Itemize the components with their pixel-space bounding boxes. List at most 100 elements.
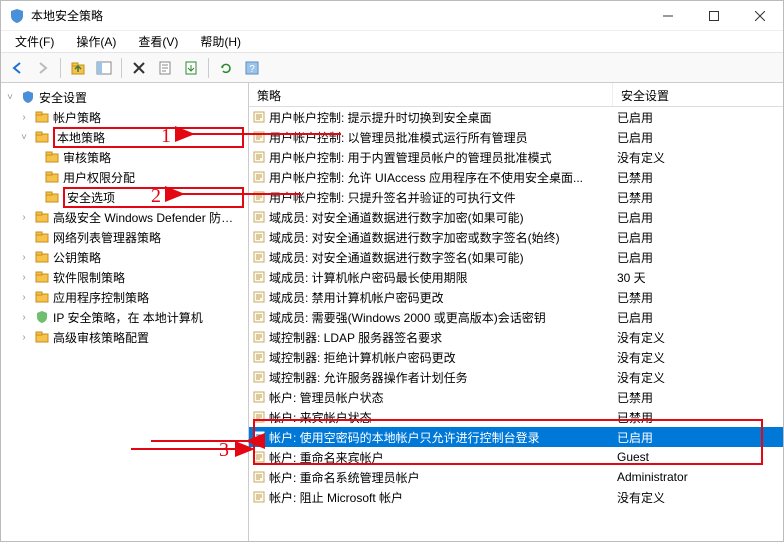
chevron-right-icon[interactable]: › [17,292,31,303]
policy-name: 域成员: 对安全通道数据进行数字加密或数字签名(始终) [269,229,613,246]
svg-text:?: ? [249,64,255,75]
tree-pane[interactable]: ˅ 安全设置 › 帐户策略 ˅ 本地策略 审核策略 用户权限分配 安全选项 › [1,83,249,541]
show-hide-tree-button[interactable] [92,56,116,80]
app-icon [9,8,25,24]
minimize-button[interactable] [645,1,691,31]
chevron-down-icon[interactable]: ˅ [17,132,31,143]
policy-name: 帐户: 重命名来宾帐户 [269,449,613,466]
policy-row[interactable]: 用户帐户控制: 用于内置管理员帐户的管理员批准模式没有定义 [249,147,783,167]
policy-row[interactable]: 帐户: 重命名来宾帐户Guest [249,447,783,467]
toolbar-separator [121,58,122,78]
chevron-down-icon[interactable]: ˅ [3,92,17,103]
help-button[interactable]: ? [240,56,264,80]
tree-label: 安全选项 [63,187,244,208]
menu-action[interactable]: 操作(A) [68,31,124,52]
chevron-right-icon[interactable]: › [17,332,31,343]
policy-row[interactable]: 用户帐户控制: 提示提升时切换到安全桌面已启用 [249,107,783,127]
policy-row[interactable]: 域控制器: 拒绝计算机帐户密码更改没有定义 [249,347,783,367]
toolbar-separator [208,58,209,78]
folder-icon [34,109,50,125]
policy-icon [249,350,269,364]
up-button[interactable] [66,56,90,80]
policy-icon [249,470,269,484]
list-body: 用户帐户控制: 提示提升时切换到安全桌面已启用用户帐户控制: 以管理员批准模式运… [249,107,783,507]
folder-icon [34,209,50,225]
tree-local-policy[interactable]: ˅ 本地策略 [1,127,248,147]
tree-account-policy[interactable]: › 帐户策略 [1,107,248,127]
folder-icon [34,229,50,245]
folder-icon [34,329,50,345]
policy-icon [249,290,269,304]
back-button[interactable] [5,56,29,80]
policy-row[interactable]: 域成员: 计算机帐户密码最长使用期限30 天 [249,267,783,287]
folder-icon [34,289,50,305]
column-setting[interactable]: 安全设置 [613,83,783,106]
close-button[interactable] [737,1,783,31]
chevron-right-icon[interactable]: › [17,272,31,283]
policy-setting: 已启用 [613,309,783,326]
policy-row[interactable]: 帐户: 使用空密码的本地帐户只允许进行控制台登录已启用 [249,427,783,447]
policy-row[interactable]: 帐户: 重命名系统管理员帐户Administrator [249,467,783,487]
policy-setting: 已启用 [613,249,783,266]
policy-row[interactable]: 用户帐户控制: 以管理员批准模式运行所有管理员已启用 [249,127,783,147]
policy-setting: Administrator [613,470,783,484]
list-pane[interactable]: 策略 安全设置 用户帐户控制: 提示提升时切换到安全桌面已启用用户帐户控制: 以… [249,83,783,541]
policy-row[interactable]: 用户帐户控制: 允许 UIAccess 应用程序在不使用安全桌面...已禁用 [249,167,783,187]
policy-row[interactable]: 帐户: 阻止 Microsoft 帐户没有定义 [249,487,783,507]
tree-swrestrict[interactable]: › 软件限制策略 [1,267,248,287]
maximize-button[interactable] [691,1,737,31]
menu-view[interactable]: 查看(V) [130,31,186,52]
chevron-right-icon[interactable]: › [17,252,31,263]
chevron-right-icon[interactable]: › [17,112,31,123]
menu-file[interactable]: 文件(F) [7,31,62,52]
policy-row[interactable]: 域成员: 对安全通道数据进行数字加密或数字签名(始终)已启用 [249,227,783,247]
policy-row[interactable]: 帐户: 来宾帐户状态已禁用 [249,407,783,427]
policy-setting: 已禁用 [613,169,783,186]
policy-row[interactable]: 用户帐户控制: 只提升签名并验证的可执行文件已禁用 [249,187,783,207]
policy-row[interactable]: 域控制器: 允许服务器操作者计划任务没有定义 [249,367,783,387]
main-area: ˅ 安全设置 › 帐户策略 ˅ 本地策略 审核策略 用户权限分配 安全选项 › [1,83,783,541]
chevron-right-icon[interactable]: › [17,312,31,323]
policy-icon [249,230,269,244]
tree-label: 高级安全 Windows Defender 防火墙 [53,209,244,226]
policy-row[interactable]: 域成员: 禁用计算机帐户密码更改已禁用 [249,287,783,307]
policy-icon [249,150,269,164]
delete-button[interactable] [127,56,151,80]
tree-root[interactable]: ˅ 安全设置 [1,87,248,107]
policy-setting: 没有定义 [613,489,783,506]
tree-ipsec[interactable]: › IP 安全策略，在 本地计算机 [1,307,248,327]
policy-name: 域控制器: 允许服务器操作者计划任务 [269,369,613,386]
toolbar: ? [1,53,783,83]
tree-pubkey[interactable]: › 公钥策略 [1,247,248,267]
policy-row[interactable]: 域成员: 对安全通道数据进行数字签名(如果可能)已启用 [249,247,783,267]
tree-defender[interactable]: › 高级安全 Windows Defender 防火墙 [1,207,248,227]
shield-icon [20,89,36,105]
policy-name: 域成员: 禁用计算机帐户密码更改 [269,289,613,306]
policy-name: 域控制器: 拒绝计算机帐户密码更改 [269,349,613,366]
tree-label: 高级审核策略配置 [53,329,244,346]
policy-setting: 已启用 [613,209,783,226]
export-button[interactable] [179,56,203,80]
forward-button[interactable] [31,56,55,80]
column-policy[interactable]: 策略 [249,83,613,106]
policy-row[interactable]: 帐户: 管理员帐户状态已禁用 [249,387,783,407]
tree-appctrl[interactable]: › 应用程序控制策略 [1,287,248,307]
chevron-right-icon[interactable]: › [17,212,31,223]
refresh-button[interactable] [214,56,238,80]
tree-user-rights[interactable]: 用户权限分配 [1,167,248,187]
tree-label: IP 安全策略，在 本地计算机 [53,309,244,326]
menu-help[interactable]: 帮助(H) [192,31,249,52]
tree-netlist[interactable]: 网络列表管理器策略 [1,227,248,247]
policy-name: 域控制器: LDAP 服务器签名要求 [269,329,613,346]
tree-label: 用户权限分配 [63,169,244,186]
tree-label: 公钥策略 [53,249,244,266]
policy-row[interactable]: 域成员: 需要强(Windows 2000 或更高版本)会话密钥已启用 [249,307,783,327]
policy-icon [249,390,269,404]
policy-setting: 已启用 [613,229,783,246]
properties-button[interactable] [153,56,177,80]
tree-security-options[interactable]: 安全选项 [1,187,248,207]
policy-row[interactable]: 域控制器: LDAP 服务器签名要求没有定义 [249,327,783,347]
tree-audit-policy[interactable]: 审核策略 [1,147,248,167]
tree-advaudit[interactable]: › 高级审核策略配置 [1,327,248,347]
policy-row[interactable]: 域成员: 对安全通道数据进行数字加密(如果可能)已启用 [249,207,783,227]
